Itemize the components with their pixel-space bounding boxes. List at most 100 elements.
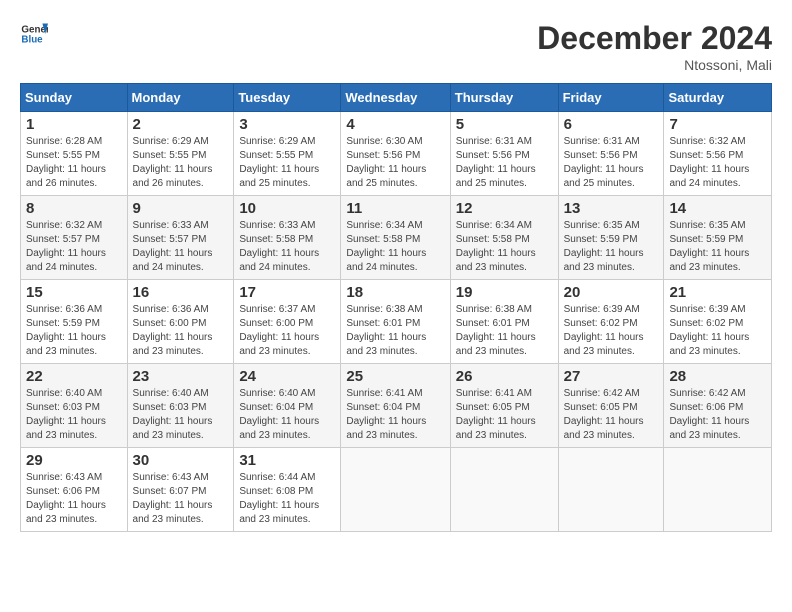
calendar-week-row: 8Sunrise: 6:32 AM Sunset: 5:57 PM Daylig…: [21, 196, 772, 280]
weekday-header: Thursday: [450, 84, 558, 112]
day-number: 26: [456, 368, 553, 385]
day-number: 8: [26, 200, 122, 217]
calendar-cell: 21 Sunrise: 6:39 AM Sunset: 6:02 PM Dayli…: [664, 280, 772, 364]
day-info: Sunrise: 6:39 AM Sunset: 6:02 PM Dayligh…: [564, 303, 659, 359]
day-info: Sunrise: 6:35 AM Sunset: 5:59 PM Dayligh…: [564, 219, 659, 275]
calendar-cell: 7 Sunrise: 6:32 AM Sunset: 5:56 PM Daylig…: [664, 112, 772, 196]
day-info: Sunrise: 6:29 AM Sunset: 5:55 PM Dayligh…: [133, 135, 229, 191]
day-number: 7: [669, 116, 766, 133]
day-info: Sunrise: 6:43 AM Sunset: 6:06 PM Dayligh…: [26, 471, 122, 527]
logo-icon: General Blue: [20, 20, 48, 48]
day-number: 14: [669, 200, 766, 217]
day-info: Sunrise: 6:32 AM Sunset: 5:56 PM Dayligh…: [669, 135, 766, 191]
calendar-cell: 26 Sunrise: 6:41 AM Sunset: 6:05 PM Dayli…: [450, 364, 558, 448]
calendar-cell: 14 Sunrise: 6:35 AM Sunset: 5:59 PM Dayli…: [664, 196, 772, 280]
calendar-cell: [450, 448, 558, 532]
calendar-cell: 12 Sunrise: 6:34 AM Sunset: 5:58 PM Dayli…: [450, 196, 558, 280]
day-info: Sunrise: 6:30 AM Sunset: 5:56 PM Dayligh…: [346, 135, 444, 191]
weekday-header: Wednesday: [341, 84, 450, 112]
day-info: Sunrise: 6:39 AM Sunset: 6:02 PM Dayligh…: [669, 303, 766, 359]
calendar-cell: [664, 448, 772, 532]
day-number: 9: [133, 200, 229, 217]
calendar-cell: 23 Sunrise: 6:40 AM Sunset: 6:03 PM Dayli…: [127, 364, 234, 448]
calendar-cell: 8Sunrise: 6:32 AM Sunset: 5:57 PM Daylig…: [21, 196, 128, 280]
day-info: Sunrise: 6:44 AM Sunset: 6:08 PM Dayligh…: [239, 471, 335, 527]
calendar-cell: [558, 448, 664, 532]
weekday-header: Sunday: [21, 84, 128, 112]
day-number: 31: [239, 452, 335, 469]
calendar-cell: 16 Sunrise: 6:36 AM Sunset: 6:00 PM Dayli…: [127, 280, 234, 364]
day-number: 4: [346, 116, 444, 133]
calendar-cell: 4 Sunrise: 6:30 AM Sunset: 5:56 PM Daylig…: [341, 112, 450, 196]
day-info: Sunrise: 6:43 AM Sunset: 6:07 PM Dayligh…: [133, 471, 229, 527]
day-info: Sunrise: 6:38 AM Sunset: 6:01 PM Dayligh…: [346, 303, 444, 359]
calendar-cell: 25 Sunrise: 6:41 AM Sunset: 6:04 PM Dayli…: [341, 364, 450, 448]
calendar-cell: 28Sunrise: 6:42 AM Sunset: 6:06 PM Dayli…: [664, 364, 772, 448]
day-number: 20: [564, 284, 659, 301]
day-number: 12: [456, 200, 553, 217]
day-number: 21: [669, 284, 766, 301]
calendar-cell: 18 Sunrise: 6:38 AM Sunset: 6:01 PM Dayli…: [341, 280, 450, 364]
day-number: 10: [239, 200, 335, 217]
calendar-cell: 30 Sunrise: 6:43 AM Sunset: 6:07 PM Dayli…: [127, 448, 234, 532]
calendar-cell: 31 Sunrise: 6:44 AM Sunset: 6:08 PM Dayli…: [234, 448, 341, 532]
calendar-table: SundayMondayTuesdayWednesdayThursdayFrid…: [20, 83, 772, 532]
day-info: Sunrise: 6:40 AM Sunset: 6:03 PM Dayligh…: [133, 387, 229, 443]
calendar-cell: 24Sunrise: 6:40 AM Sunset: 6:04 PM Dayli…: [234, 364, 341, 448]
calendar-cell: 2Sunrise: 6:29 AM Sunset: 5:55 PM Daylig…: [127, 112, 234, 196]
svg-text:Blue: Blue: [21, 34, 43, 45]
page-header: General Blue December 2024 Ntossoni, Mal…: [20, 20, 772, 73]
weekday-header: Monday: [127, 84, 234, 112]
day-number: 29: [26, 452, 122, 469]
day-number: 18: [346, 284, 444, 301]
day-info: Sunrise: 6:36 AM Sunset: 5:59 PM Dayligh…: [26, 303, 122, 359]
calendar-cell: 1Sunrise: 6:28 AM Sunset: 5:55 PM Daylig…: [21, 112, 128, 196]
day-number: 19: [456, 284, 553, 301]
calendar-cell: 22Sunrise: 6:40 AM Sunset: 6:03 PM Dayli…: [21, 364, 128, 448]
calendar-week-row: 1Sunrise: 6:28 AM Sunset: 5:55 PM Daylig…: [21, 112, 772, 196]
day-number: 24: [239, 368, 335, 385]
day-number: 30: [133, 452, 229, 469]
day-info: Sunrise: 6:29 AM Sunset: 5:55 PM Dayligh…: [239, 135, 335, 191]
day-number: 15: [26, 284, 122, 301]
day-number: 16: [133, 284, 229, 301]
day-info: Sunrise: 6:38 AM Sunset: 6:01 PM Dayligh…: [456, 303, 553, 359]
day-number: 25: [346, 368, 444, 385]
day-info: Sunrise: 6:34 AM Sunset: 5:58 PM Dayligh…: [456, 219, 553, 275]
calendar-cell: 27 Sunrise: 6:42 AM Sunset: 6:05 PM Dayli…: [558, 364, 664, 448]
calendar-cell: 10 Sunrise: 6:33 AM Sunset: 5:58 PM Dayli…: [234, 196, 341, 280]
day-info: Sunrise: 6:31 AM Sunset: 5:56 PM Dayligh…: [456, 135, 553, 191]
day-number: 17: [239, 284, 335, 301]
weekday-header: Tuesday: [234, 84, 341, 112]
day-number: 11: [346, 200, 444, 217]
day-number: 23: [133, 368, 229, 385]
weekday-header: Saturday: [664, 84, 772, 112]
calendar-week-row: 22Sunrise: 6:40 AM Sunset: 6:03 PM Dayli…: [21, 364, 772, 448]
day-info: Sunrise: 6:41 AM Sunset: 6:05 PM Dayligh…: [456, 387, 553, 443]
day-number: 13: [564, 200, 659, 217]
day-info: Sunrise: 6:36 AM Sunset: 6:00 PM Dayligh…: [133, 303, 229, 359]
day-info: Sunrise: 6:35 AM Sunset: 5:59 PM Dayligh…: [669, 219, 766, 275]
day-info: Sunrise: 6:33 AM Sunset: 5:58 PM Dayligh…: [239, 219, 335, 275]
logo: General Blue: [20, 20, 48, 48]
calendar-week-row: 29 Sunrise: 6:43 AM Sunset: 6:06 PM Dayli…: [21, 448, 772, 532]
month-title: December 2024: [537, 20, 772, 57]
day-number: 3: [239, 116, 335, 133]
calendar-cell: 3 Sunrise: 6:29 AM Sunset: 5:55 PM Daylig…: [234, 112, 341, 196]
day-info: Sunrise: 6:37 AM Sunset: 6:00 PM Dayligh…: [239, 303, 335, 359]
calendar-cell: [341, 448, 450, 532]
calendar-header-row: SundayMondayTuesdayWednesdayThursdayFrid…: [21, 84, 772, 112]
calendar-cell: 13 Sunrise: 6:35 AM Sunset: 5:59 PM Dayli…: [558, 196, 664, 280]
day-info: Sunrise: 6:31 AM Sunset: 5:56 PM Dayligh…: [564, 135, 659, 191]
calendar-cell: 20 Sunrise: 6:39 AM Sunset: 6:02 PM Dayli…: [558, 280, 664, 364]
day-number: 6: [564, 116, 659, 133]
day-info: Sunrise: 6:41 AM Sunset: 6:04 PM Dayligh…: [346, 387, 444, 443]
day-info: Sunrise: 6:28 AM Sunset: 5:55 PM Dayligh…: [26, 135, 122, 191]
calendar-cell: 9 Sunrise: 6:33 AM Sunset: 5:57 PM Daylig…: [127, 196, 234, 280]
day-info: Sunrise: 6:42 AM Sunset: 6:05 PM Dayligh…: [564, 387, 659, 443]
day-number: 27: [564, 368, 659, 385]
calendar-cell: 11Sunrise: 6:34 AM Sunset: 5:58 PM Dayli…: [341, 196, 450, 280]
day-number: 28: [669, 368, 766, 385]
day-info: Sunrise: 6:40 AM Sunset: 6:03 PM Dayligh…: [26, 387, 122, 443]
day-info: Sunrise: 6:33 AM Sunset: 5:57 PM Dayligh…: [133, 219, 229, 275]
